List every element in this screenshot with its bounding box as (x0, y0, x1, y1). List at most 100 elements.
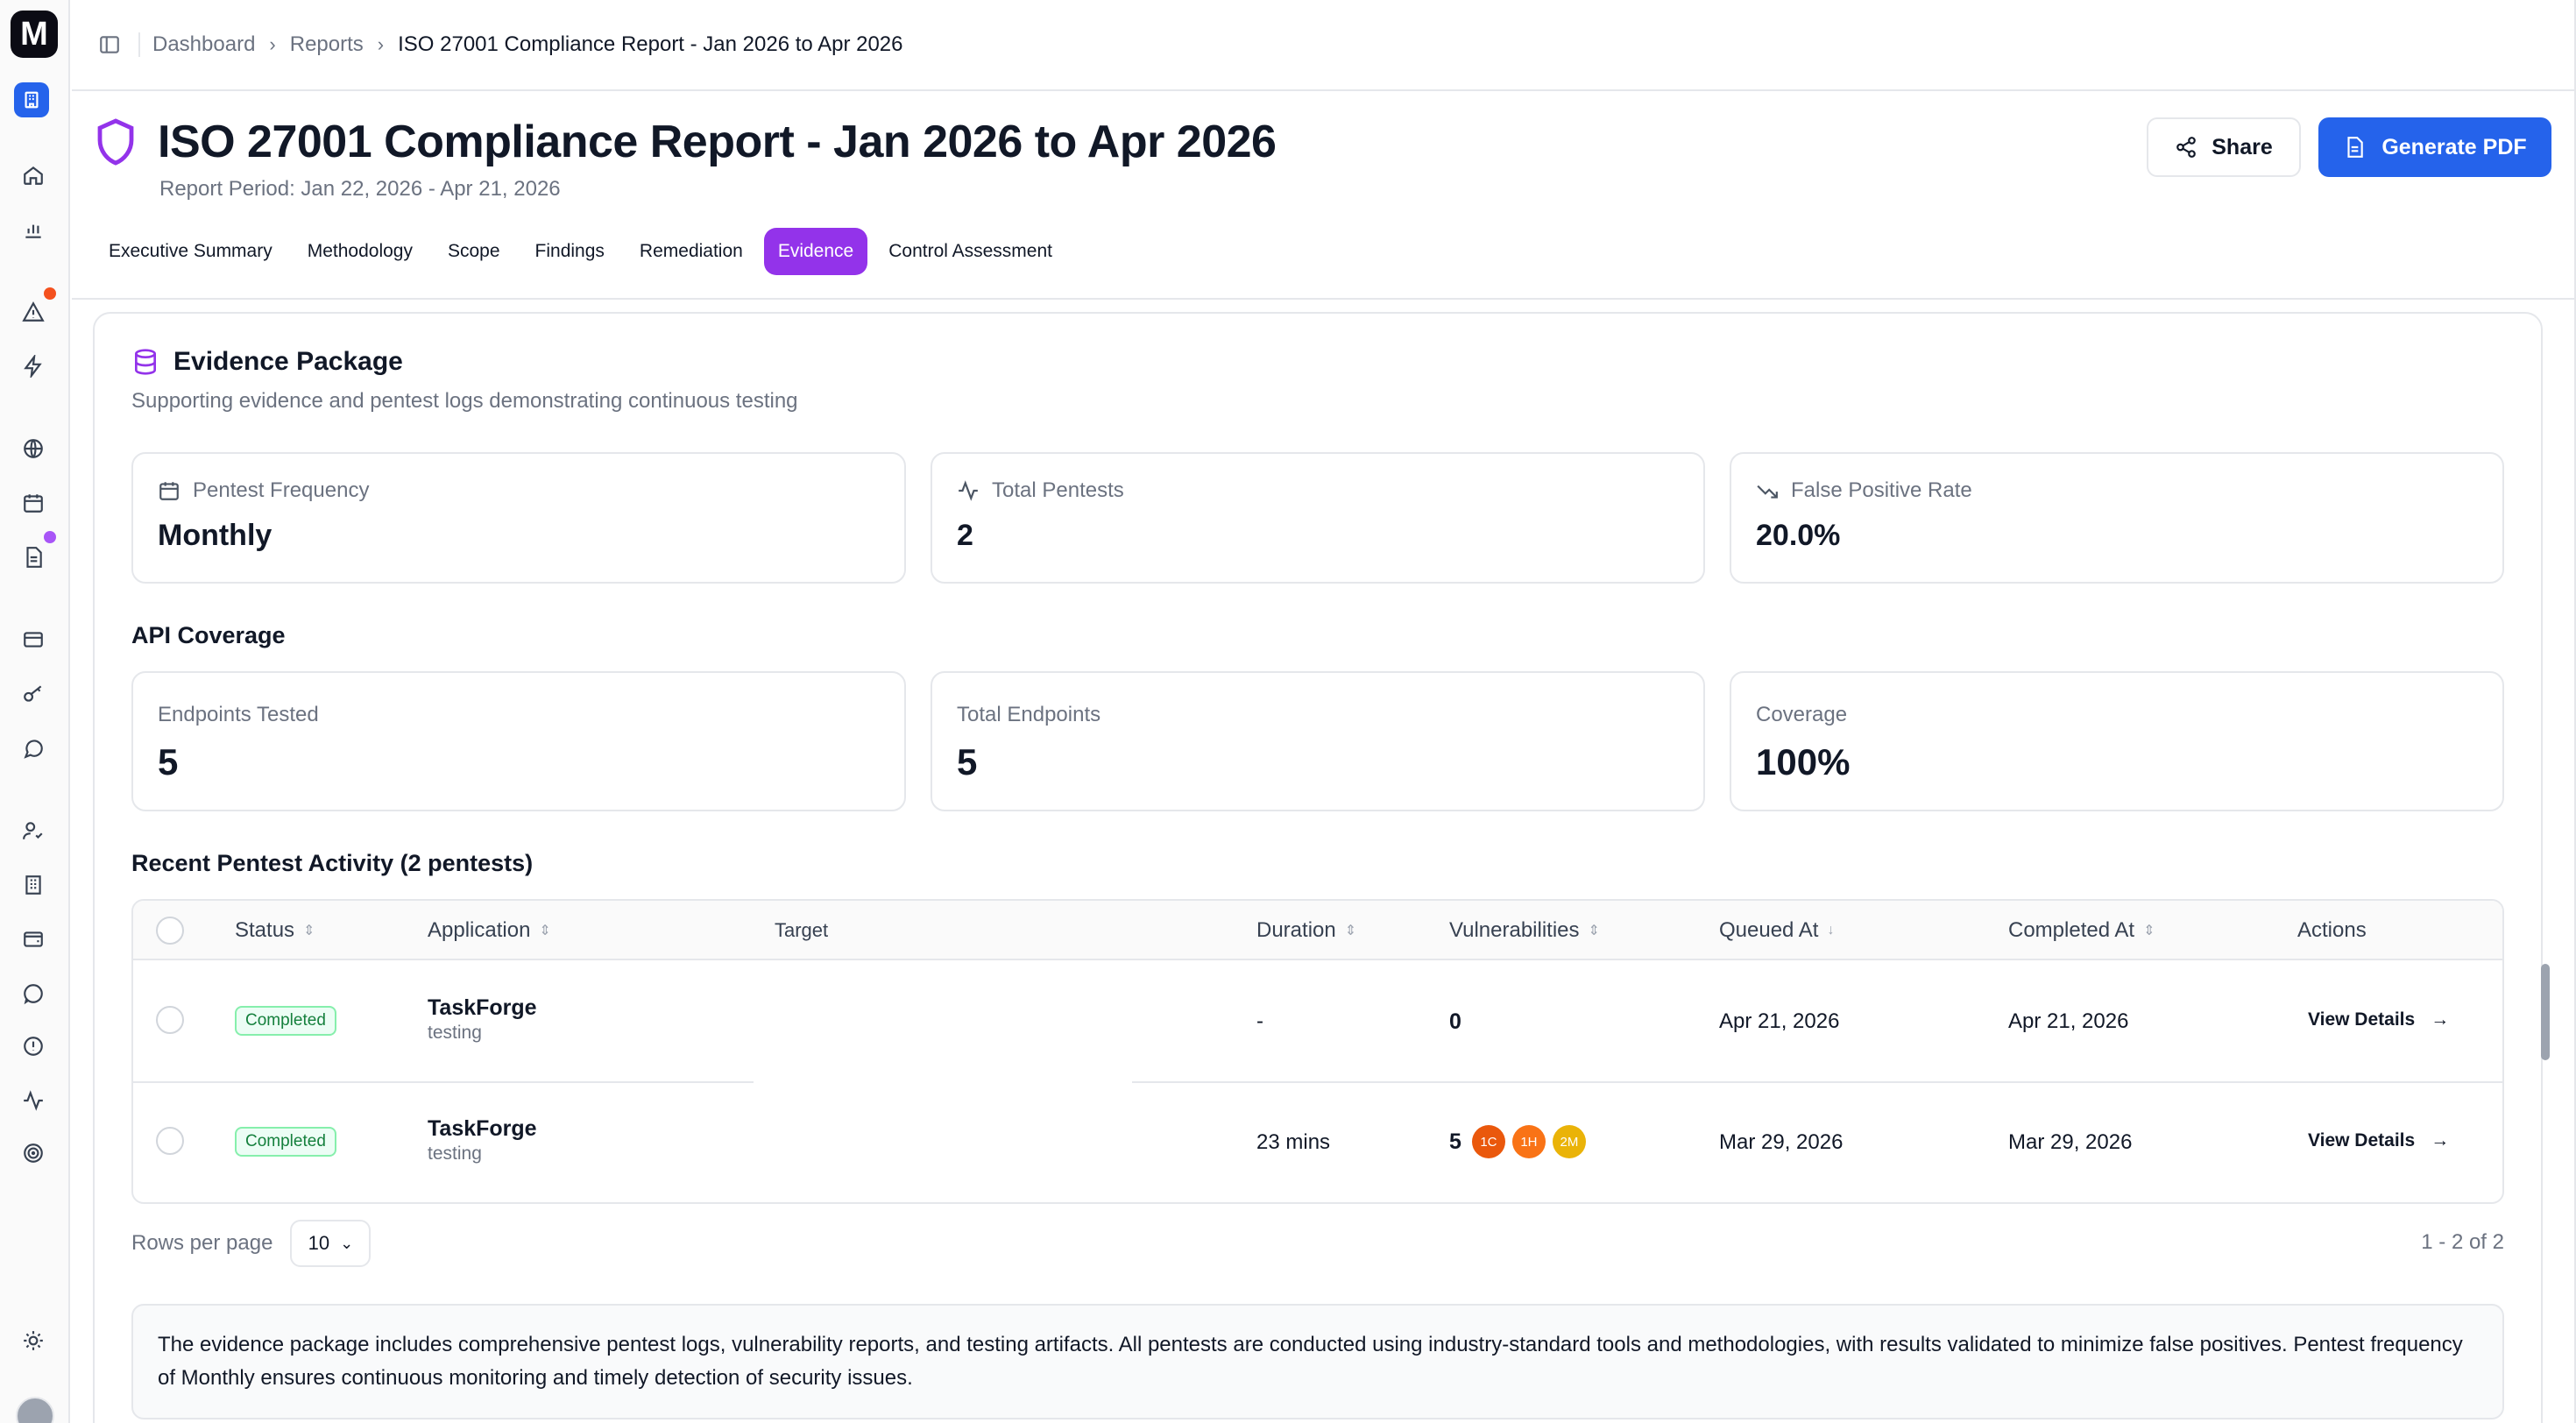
completed-at-cell: Apr 21, 2026 (2008, 1009, 2129, 1033)
sun-icon[interactable] (18, 1325, 49, 1356)
application-name: TaskForge (428, 995, 537, 1020)
activity-icon[interactable] (18, 1085, 49, 1116)
application-name: TaskForge (428, 1116, 537, 1141)
high-chip: 1H (1511, 1125, 1546, 1158)
breadcrumb-reports[interactable]: Reports (290, 32, 364, 57)
total-pentests-label: Total Pentests (992, 478, 1124, 502)
false-positive-rate-label: False Positive Rate (1791, 478, 1972, 502)
medium-chip: 2M (1552, 1125, 1586, 1158)
file-text-icon[interactable] (18, 542, 49, 573)
column-label: Target (775, 919, 829, 941)
chevron-right-icon: › (269, 33, 276, 55)
column-completed-at[interactable]: Completed At ⇕ (2008, 901, 2155, 960)
vulnerability-count: 5 (1449, 1129, 1461, 1154)
rows-per-page: Rows per page 10 ⌄ (131, 1220, 372, 1267)
tab-control-assessment[interactable]: Control Assessment (874, 228, 1066, 275)
sort-icon: ⇕ (1344, 924, 1357, 938)
rows-per-page-label: Rows per page (131, 1231, 273, 1255)
bar-chart-icon[interactable] (18, 214, 49, 245)
sort-icon: ⇕ (539, 924, 551, 938)
status-cell: Completed (235, 1006, 336, 1036)
user-check-icon[interactable] (18, 815, 49, 846)
tab-executive-summary[interactable]: Executive Summary (95, 228, 287, 275)
row-checkbox[interactable] (156, 1006, 184, 1034)
breadcrumb: Dashboard › Reports › ISO 27001 Complian… (152, 32, 903, 57)
zap-icon[interactable] (18, 350, 49, 382)
column-status[interactable]: Status ⇕ (235, 901, 315, 960)
organization-icon[interactable] (14, 82, 49, 117)
wallet-icon[interactable] (18, 924, 49, 955)
column-application[interactable]: Application ⇕ (428, 901, 551, 960)
activity-icon (959, 480, 978, 501)
alert-circle-icon[interactable] (18, 1030, 49, 1062)
pentest-frequency-value: Monthly (158, 519, 272, 552)
critical-chip: 1C (1471, 1125, 1505, 1158)
column-label: Queued At (1719, 918, 1819, 942)
pentest-table: Status ⇕ Application ⇕ Target Duration ⇕ Vu… (131, 899, 2504, 1204)
view-details-button[interactable]: View Details → (2308, 1130, 2449, 1151)
building-icon[interactable] (18, 869, 49, 901)
stat-label: Pentest Frequency (158, 478, 369, 503)
breadcrumb-current: ISO 27001 Compliance Report - Jan 2026 t… (398, 32, 903, 56)
tab-evidence[interactable]: Evidence (763, 228, 868, 275)
report-tabs: Executive Summary Methodology Scope Find… (95, 228, 1066, 275)
chat-icon[interactable] (18, 978, 49, 1009)
share-button[interactable]: Share (2147, 117, 2301, 177)
tab-scope[interactable]: Scope (434, 228, 514, 275)
generate-pdf-button[interactable]: Generate PDF (2318, 117, 2551, 177)
rows-per-page-select[interactable]: 10 ⌄ (290, 1220, 372, 1267)
scrollbar-thumb[interactable] (2541, 964, 2550, 1060)
avatar[interactable] (16, 1397, 54, 1423)
recent-activity-title: Recent Pentest Activity (2 pentests) (131, 850, 534, 876)
stat-false-positive-rate: False Positive Rate 20.0% (1730, 452, 2504, 584)
tab-methodology[interactable]: Methodology (294, 228, 427, 275)
home-icon[interactable] (18, 159, 49, 191)
sidebar-toggle-icon[interactable] (98, 33, 121, 56)
share-icon (2176, 137, 2197, 158)
false-positive-rate-value: 20.0% (1756, 519, 1841, 552)
total-endpoints-value: 5 (957, 741, 978, 782)
file-icon (2347, 137, 2364, 158)
stat-pentest-frequency: Pentest Frequency Monthly (131, 452, 906, 584)
report-period: Report Period: Jan 22, 2026 - Apr 21, 20… (159, 177, 561, 201)
stat-label: Total Pentests (957, 478, 1124, 503)
pentest-frequency-label: Pentest Frequency (193, 478, 370, 502)
stat-total-pentests: Total Pentests 2 (931, 452, 1705, 584)
chevron-down-icon: ⌄ (340, 1234, 354, 1252)
column-duration[interactable]: Duration ⇕ (1256, 901, 1356, 960)
globe-icon[interactable] (18, 433, 49, 464)
breadcrumb-dashboard[interactable]: Dashboard (152, 32, 255, 57)
key-icon[interactable] (18, 678, 49, 710)
duration-cell: - (1256, 1009, 1263, 1033)
credit-card-icon[interactable] (18, 624, 49, 655)
view-details-button[interactable]: View Details → (2308, 1009, 2449, 1030)
sort-icon: ⇕ (2143, 924, 2155, 938)
rows-per-page-value: 10 (308, 1232, 330, 1254)
select-all-checkbox[interactable] (156, 917, 184, 945)
evidence-subtitle: Supporting evidence and pentest logs dem… (131, 389, 798, 413)
column-vulnerabilities[interactable]: Vulnerabilities ⇕ (1449, 901, 1600, 960)
status-cell: Completed (235, 1127, 336, 1157)
message-icon[interactable] (18, 733, 49, 764)
vulnerabilities-cell: 5 1C 1H 2M (1449, 1125, 1593, 1158)
tab-remediation[interactable]: Remediation (626, 228, 757, 275)
tab-findings[interactable]: Findings (521, 228, 619, 275)
shield-icon (97, 118, 134, 166)
top-bar: Dashboard › Reports › ISO 27001 Complian… (72, 0, 2576, 91)
row-checkbox[interactable] (156, 1127, 184, 1155)
column-queued-at[interactable]: Queued At ↓ (1719, 901, 1834, 960)
completed-at-cell: Mar 29, 2026 (2008, 1130, 2133, 1154)
app-logo[interactable]: M (11, 11, 58, 58)
target-icon[interactable] (18, 1137, 49, 1169)
api-coverage-title: API Coverage (131, 622, 286, 648)
alert-triangle-icon[interactable] (18, 296, 49, 328)
coverage-value: 100% (1756, 741, 1851, 782)
calendar-icon[interactable] (18, 487, 49, 519)
application-cell: TaskForge testing (428, 995, 537, 1044)
page-title: ISO 27001 Compliance Report - Jan 2026 t… (158, 117, 1277, 167)
trending-down-icon (1757, 485, 1778, 499)
total-endpoints-label: Total Endpoints (957, 703, 1101, 726)
view-details-label: View Details (2308, 1130, 2416, 1150)
calendar-icon (159, 482, 179, 500)
divider (138, 32, 140, 57)
